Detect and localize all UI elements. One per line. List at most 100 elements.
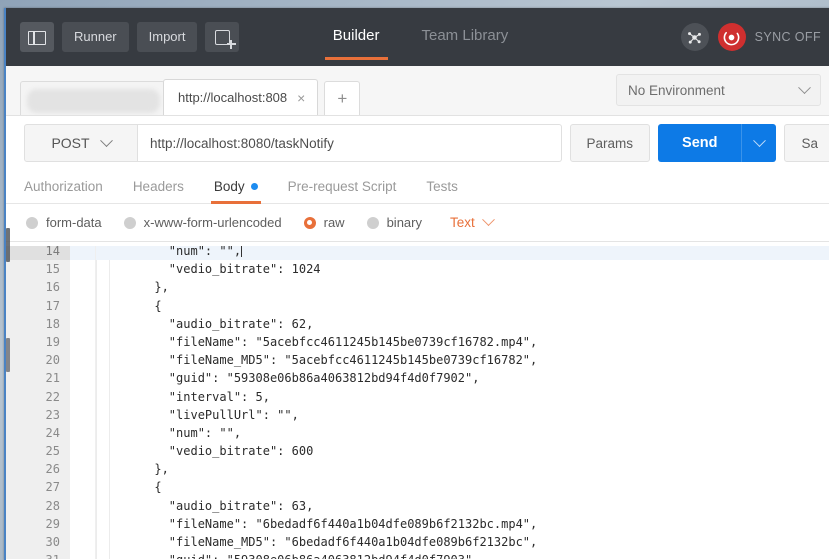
code-line-row[interactable]: 16 },: [6, 278, 829, 297]
fold-gutter[interactable]: [70, 351, 96, 370]
environment-selector-value: No Environment: [628, 82, 725, 98]
window-scroll-nub[interactable]: [6, 228, 10, 262]
radio-binary[interactable]: binary: [366, 215, 422, 230]
tab-team-library[interactable]: Team Library: [420, 21, 511, 54]
fold-gutter[interactable]: [70, 387, 96, 406]
tab-authorization[interactable]: Authorization: [24, 170, 118, 203]
sync-status-label: SYNC OFF: [754, 30, 821, 44]
window-scroll-nub-secondary[interactable]: [6, 338, 10, 372]
save-button[interactable]: Sa: [784, 124, 829, 162]
code-line-row[interactable]: 31 "guid": "59308e06b86a4063812bd94f4d0f…: [6, 551, 829, 559]
tab-pre-request-script[interactable]: Pre-request Script: [273, 170, 412, 203]
fold-gutter[interactable]: [70, 460, 96, 479]
fold-gutter[interactable]: [70, 405, 96, 424]
tab-builder[interactable]: Builder: [324, 21, 388, 60]
line-number: 28: [6, 496, 70, 515]
fold-gutter[interactable]: [70, 314, 96, 333]
sync-icon[interactable]: [717, 23, 746, 51]
code-line-row[interactable]: 23 "livePullUrl": "",: [6, 405, 829, 424]
tab-body[interactable]: Body: [199, 170, 273, 204]
radio-x-www-form-urlencoded[interactable]: x-www-form-urlencoded: [123, 215, 282, 230]
fold-gutter[interactable]: [70, 260, 96, 279]
request-tab-active[interactable]: http://localhost:808 ×: [163, 79, 319, 115]
fold-gutter[interactable]: [70, 296, 96, 315]
code-line-row[interactable]: 28 "audio_bitrate": 63,: [6, 496, 829, 515]
gutter-pad: [96, 388, 109, 406]
gutter-pad: [96, 551, 109, 559]
code-line-text: {: [111, 298, 162, 313]
send-button[interactable]: Send: [658, 124, 742, 162]
new-tab-button[interactable]: [205, 22, 240, 52]
code-line-text: },: [111, 280, 169, 295]
code-line-row[interactable]: 19 "fileName": "5acebfcc4611245b145be073…: [6, 332, 829, 352]
code-line-text: },: [111, 462, 169, 477]
gutter-pad: [96, 424, 109, 442]
send-options-button[interactable]: [741, 124, 777, 162]
code-line-text: "livePullUrl": "",: [111, 407, 299, 422]
line-number: 17: [6, 296, 70, 315]
gutter-pad: [96, 406, 109, 424]
request-tab-strip: http://localhost:808 × + No Environment: [6, 66, 829, 116]
request-tab-hidden[interactable]: [20, 81, 165, 115]
fold-gutter[interactable]: [70, 369, 96, 388]
request-body-editor[interactable]: 14 "num": "", 15 "vedio_bitrate": 1024 16 …: [6, 241, 829, 559]
radio-form-data[interactable]: form-data: [26, 215, 102, 230]
fold-gutter[interactable]: [70, 496, 96, 515]
fold-gutter[interactable]: [70, 423, 96, 443]
chevron-down-icon: [481, 213, 495, 227]
close-icon[interactable]: ×: [295, 91, 307, 105]
raw-format-selector[interactable]: Text: [450, 213, 495, 230]
radio-raw[interactable]: raw: [303, 215, 345, 230]
http-method-selector[interactable]: POST: [24, 124, 138, 162]
fold-gutter[interactable]: [70, 533, 96, 552]
request-tab-active-label: http://localhost:808: [178, 90, 288, 105]
chevron-down-icon: [99, 133, 113, 147]
interceptor-icon[interactable]: [680, 23, 709, 51]
gutter-pad: [96, 297, 109, 315]
code-line-row[interactable]: 22 "interval": 5,: [6, 387, 829, 406]
gutter-pad: [96, 351, 109, 369]
request-url-input[interactable]: [138, 124, 562, 162]
code-line-row[interactable]: 21 "guid": "59308e06b86a4063812bd94f4d0f…: [6, 369, 829, 388]
code-line-text: "interval": 5,: [111, 389, 270, 404]
blurred-tab-overlay: [27, 89, 160, 113]
gutter-pad: [96, 278, 109, 296]
code-line-text: "num": "",: [111, 425, 242, 440]
code-line-row[interactable]: 30 "fileName_MD5": "6bedadf6f440a1b04dfe…: [6, 533, 829, 552]
gutter-pad: [96, 442, 109, 460]
environment-selector[interactable]: No Environment: [616, 74, 821, 106]
http-method-value: POST: [51, 135, 90, 151]
tab-tests[interactable]: Tests: [411, 170, 473, 203]
code-line-row[interactable]: 15 "vedio_bitrate": 1024: [6, 260, 829, 279]
text-cursor: [241, 245, 243, 257]
fold-gutter[interactable]: [70, 278, 96, 297]
tab-headers[interactable]: Headers: [118, 170, 199, 203]
fold-gutter[interactable]: [70, 514, 96, 533]
runner-button[interactable]: Runner: [62, 22, 129, 52]
add-tab-button[interactable]: +: [324, 81, 361, 115]
code-line-row[interactable]: 18 "audio_bitrate": 62,: [6, 314, 829, 333]
tab-tests-label: Tests: [426, 179, 458, 194]
fold-gutter[interactable]: [70, 478, 96, 497]
fold-gutter[interactable]: [70, 332, 96, 352]
line-number: 15: [6, 260, 70, 279]
code-line-text: {: [111, 480, 162, 495]
code-line-row[interactable]: 25 "vedio_bitrate": 600: [6, 442, 829, 461]
radio-binary-bullet-icon: [366, 216, 379, 229]
fold-gutter[interactable]: [70, 551, 96, 559]
chevron-down-icon: [798, 80, 811, 94]
sidebar-toggle-button[interactable]: [20, 22, 54, 52]
radio-raw-bullet-icon: [303, 216, 316, 229]
code-line-text: "guid": "59308e06b86a4063812bd94f4d0f790…: [111, 371, 480, 386]
line-number: 19: [6, 332, 70, 352]
code-line-row[interactable]: 20 "fileName_MD5": "5acebfcc4611245b145b…: [6, 351, 829, 370]
code-line-row[interactable]: 29 "fileName": "6bedadf6f440a1b04dfe089b…: [6, 514, 829, 533]
code-line-row[interactable]: 27 {: [6, 478, 829, 497]
code-line-row[interactable]: 26 },: [6, 460, 829, 479]
gutter-pad: [96, 333, 109, 351]
params-button[interactable]: Params: [569, 124, 651, 162]
fold-gutter[interactable]: [70, 442, 96, 461]
code-line-row[interactable]: 17 {: [6, 296, 829, 315]
import-button[interactable]: Import: [136, 22, 198, 52]
code-line-row[interactable]: 24 "num": "",: [6, 423, 829, 443]
